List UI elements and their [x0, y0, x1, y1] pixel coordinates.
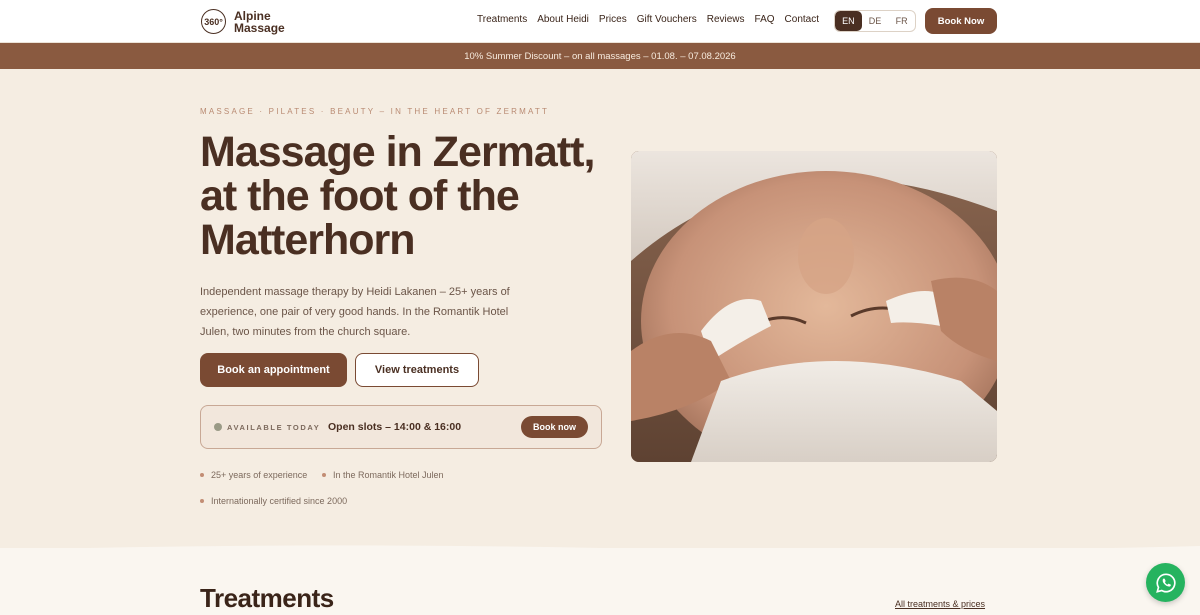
bullet-dot-icon	[200, 499, 204, 503]
nav-about[interactable]: About Heidi	[537, 14, 589, 25]
bullet-text: 25+ years of experience	[211, 470, 308, 480]
hero-bullet-hotel: In the Romantik Hotel Julen	[322, 470, 444, 480]
bullet-text: In the Romantik Hotel Julen	[333, 470, 444, 480]
nav-gift-vouchers[interactable]: Gift Vouchers	[637, 14, 697, 25]
all-treatments-link[interactable]: All treatments & prices	[895, 599, 985, 609]
hero-headline: Massage in Zermatt, at the foot of the M…	[200, 128, 595, 264]
nav-treatments[interactable]: Treatments	[477, 14, 527, 25]
facial-massage-illustration	[631, 151, 997, 462]
hero-eyebrow: MASSAGE · PILATES · BEAUTY – IN THE HEAR…	[200, 107, 550, 116]
status-dot-icon	[214, 423, 222, 431]
lang-fr[interactable]: FR	[888, 11, 915, 31]
nav-faq[interactable]: FAQ	[755, 14, 775, 25]
lang-de[interactable]: DE	[862, 11, 889, 31]
hero-bullet-certified: Internationally certified since 2000	[200, 496, 347, 506]
bullet-dot-icon	[322, 473, 326, 477]
view-treatments-button[interactable]: View treatments	[355, 353, 479, 387]
availability-slots: Open slots – 14:00 & 16:00	[328, 421, 462, 433]
treatments-section	[0, 545, 1200, 615]
hero-bullet-experience: 25+ years of experience	[200, 470, 307, 480]
availability-label: AVAILABLE TODAY	[227, 423, 321, 432]
book-appointment-button[interactable]: Book an appointment	[200, 353, 347, 387]
availability-card: AVAILABLE TODAY Open slots – 14:00 & 16:…	[200, 405, 602, 449]
treatments-title: Treatments	[200, 583, 334, 613]
hero-photo	[631, 151, 997, 462]
nav-contact[interactable]: Contact	[785, 14, 819, 25]
main-nav: Treatments About Heidi Prices Gift Vouch…	[477, 14, 829, 25]
logo[interactable]: 360° Alpine Massage	[201, 9, 285, 34]
site-header: 360° Alpine Massage Treatments About Hei…	[0, 0, 1200, 43]
logo-line1: Alpine	[234, 8, 271, 23]
lang-en[interactable]: EN	[835, 11, 862, 31]
nav-prices[interactable]: Prices	[599, 14, 627, 25]
book-now-button[interactable]: Book Now	[925, 8, 997, 34]
promo-bar: 10% Summer Discount – on all massages – …	[0, 43, 1200, 69]
wave-divider	[0, 545, 1200, 556]
language-switcher: EN DE FR	[834, 10, 916, 32]
bullet-dot-icon	[200, 473, 204, 477]
whatsapp-button[interactable]	[1146, 563, 1185, 602]
logo-line2: Massage	[234, 20, 285, 35]
logo-text: Alpine Massage	[234, 10, 285, 34]
nav-reviews[interactable]: Reviews	[707, 14, 745, 25]
whatsapp-icon	[1155, 572, 1176, 593]
availability-book-button[interactable]: Book now	[521, 416, 588, 438]
hero-lead: Independent massage therapy by Heidi Lak…	[200, 286, 510, 338]
bullet-text: Internationally certified since 2000	[211, 496, 348, 506]
logo-badge-icon: 360°	[201, 9, 226, 34]
